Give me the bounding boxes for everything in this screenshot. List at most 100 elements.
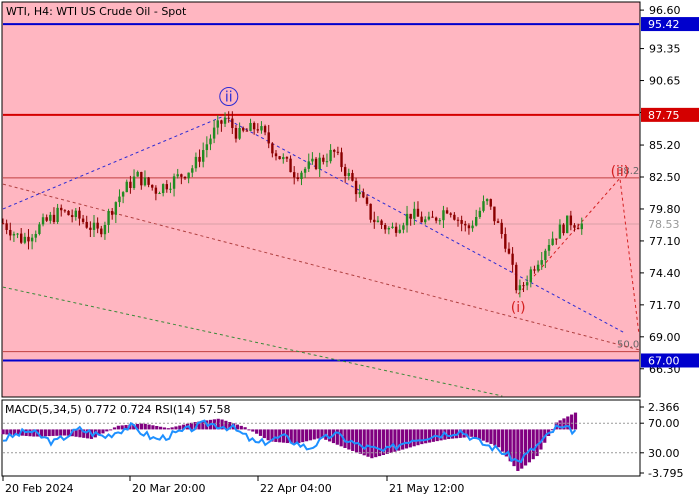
candle-body bbox=[260, 126, 263, 131]
macd-histogram-bar bbox=[477, 429, 482, 440]
candle-body bbox=[296, 177, 300, 180]
wave-label: ii bbox=[225, 90, 233, 106]
candle-body bbox=[23, 236, 27, 243]
candle-body bbox=[60, 207, 63, 211]
macd-histogram-bar bbox=[139, 423, 143, 430]
candle-body bbox=[143, 177, 147, 186]
candle-body bbox=[420, 216, 423, 223]
candle-body bbox=[252, 122, 256, 130]
candle-body bbox=[278, 156, 281, 160]
wave-label: (i) bbox=[511, 300, 526, 316]
candle-body bbox=[438, 220, 441, 222]
candle-body bbox=[20, 233, 23, 243]
macd-histogram-bar bbox=[527, 429, 532, 463]
candle-body bbox=[41, 217, 45, 225]
macd-histogram-bar bbox=[266, 429, 270, 441]
candle-body bbox=[434, 217, 438, 221]
macd-histogram-bar bbox=[401, 429, 405, 450]
macd-histogram-bar bbox=[112, 427, 117, 430]
candle-body bbox=[114, 202, 118, 215]
macd-histogram-bar bbox=[377, 429, 382, 457]
candle-body bbox=[518, 285, 522, 291]
macd-histogram-bar bbox=[328, 429, 332, 442]
price-chart[interactable]: 38.250.0 ii(ii)(i) WTI, H4: WTI US Crude… bbox=[0, 0, 700, 500]
candle-body bbox=[209, 138, 212, 145]
candle-body bbox=[242, 127, 245, 131]
time-axis[interactable]: 20 Feb 2024 20 Mar 20:00 22 Apr 04:00 21 Ma… bbox=[2, 476, 464, 495]
macd-histogram-bar bbox=[166, 428, 170, 430]
macd-histogram-bar bbox=[489, 429, 493, 444]
candle-body bbox=[504, 233, 507, 249]
candle-body bbox=[445, 210, 449, 214]
macd-histogram-bar bbox=[293, 429, 297, 444]
candle-body bbox=[558, 224, 562, 239]
candle-body bbox=[482, 201, 485, 211]
macd-histogram-bar bbox=[535, 429, 539, 457]
candle-body bbox=[282, 157, 285, 160]
last-price-label: 78.53 bbox=[648, 218, 680, 231]
macd-histogram-bar bbox=[500, 429, 505, 452]
candle-body bbox=[376, 220, 380, 223]
candle-body bbox=[529, 269, 532, 283]
indicator-tick-label: 30.00 bbox=[648, 447, 680, 460]
candle-body bbox=[231, 118, 234, 128]
candle-body bbox=[274, 153, 278, 157]
macd-histogram-bar bbox=[243, 427, 247, 430]
candle-body bbox=[384, 224, 387, 230]
macd-histogram-bar bbox=[470, 429, 474, 437]
candle-body bbox=[81, 218, 85, 222]
price-axis[interactable]: 96.6093.3590.6587.9585.2082.5079.8077.10… bbox=[639, 2, 699, 397]
candle-body bbox=[30, 237, 34, 242]
candle-body bbox=[67, 210, 70, 216]
candle-body bbox=[12, 233, 16, 236]
candle-body bbox=[511, 253, 514, 265]
candle-body bbox=[161, 184, 165, 194]
indicator-axis: 2.366 70.00 30.00 -3.795 bbox=[639, 400, 683, 480]
price-tick-label: 74.40 bbox=[649, 267, 681, 280]
candle-body bbox=[340, 152, 343, 168]
candle-body bbox=[485, 199, 489, 202]
candle-body bbox=[63, 210, 67, 212]
macd-histogram-bar bbox=[370, 429, 374, 459]
candle-body bbox=[5, 223, 8, 230]
candle-body bbox=[191, 168, 194, 173]
candle-body bbox=[165, 184, 168, 190]
price-tick-label: 69.00 bbox=[649, 331, 681, 344]
indicator-tick-label: 70.00 bbox=[648, 417, 680, 430]
candle-body bbox=[89, 227, 92, 230]
macd-histogram-bar bbox=[155, 426, 159, 430]
candle-body bbox=[249, 122, 252, 131]
candle-body bbox=[285, 157, 289, 159]
candle-body bbox=[453, 214, 456, 220]
candle-body bbox=[245, 130, 249, 132]
candle-body bbox=[118, 196, 121, 203]
candle-body bbox=[303, 168, 307, 173]
macd-histogram-bar bbox=[493, 429, 497, 446]
candle-body bbox=[322, 157, 325, 162]
macd-histogram-bar bbox=[424, 429, 428, 444]
macd-histogram-bar bbox=[151, 425, 155, 430]
macd-histogram-bar bbox=[481, 429, 485, 441]
candle-body bbox=[293, 172, 296, 178]
candle-body bbox=[56, 207, 59, 222]
level-price-label: 67.00 bbox=[648, 354, 680, 367]
candle-body bbox=[562, 224, 565, 234]
candle-body bbox=[402, 225, 405, 230]
candle-body bbox=[522, 285, 525, 287]
candle-body bbox=[92, 222, 96, 230]
candle-body bbox=[1, 223, 5, 225]
candle-body bbox=[223, 117, 227, 124]
candle-body bbox=[132, 176, 136, 188]
candle-body bbox=[431, 216, 434, 218]
candle-body bbox=[566, 215, 569, 234]
candle-body bbox=[478, 210, 482, 218]
macd-histogram-bar bbox=[412, 429, 416, 447]
candle-body bbox=[551, 238, 554, 245]
candle-body bbox=[536, 264, 540, 271]
candle-body bbox=[525, 282, 529, 286]
candle-body bbox=[129, 181, 132, 188]
macd-histogram-bar bbox=[358, 429, 362, 454]
candle-body bbox=[238, 127, 241, 139]
candle-body bbox=[576, 227, 580, 230]
candle-body bbox=[125, 181, 128, 193]
